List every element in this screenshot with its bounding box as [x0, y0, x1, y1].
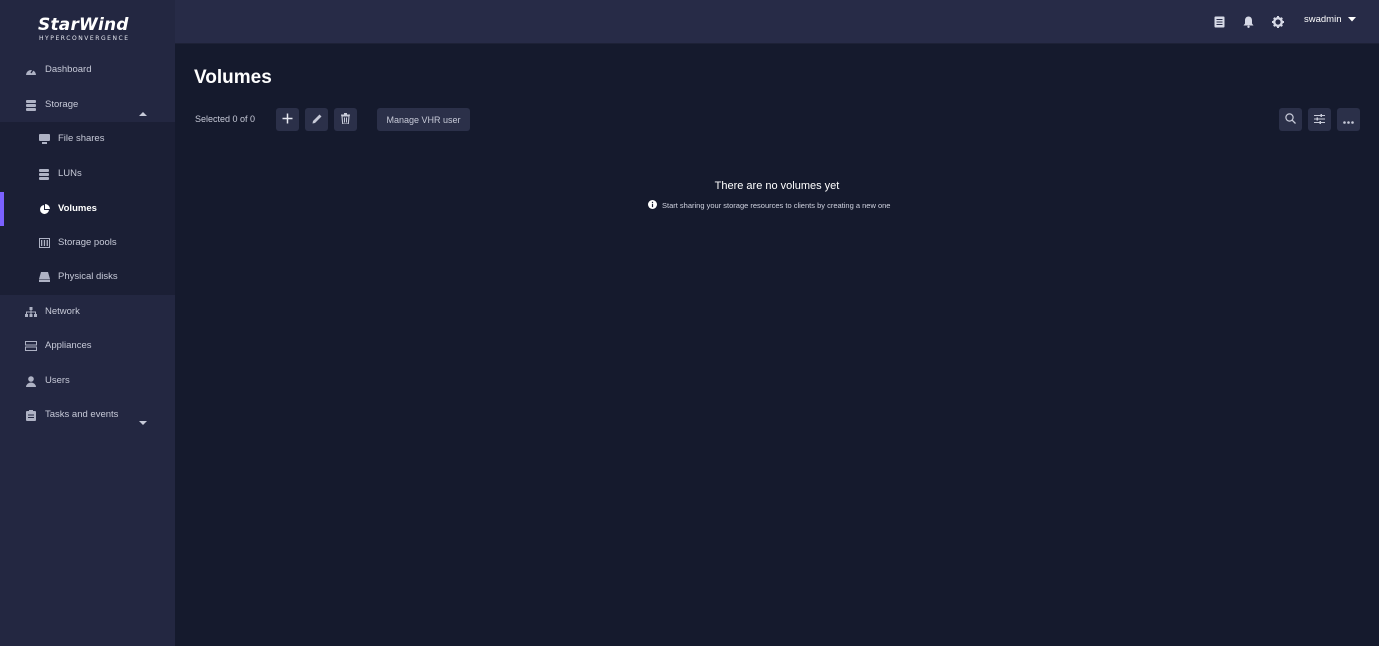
- storage-icon: [25, 99, 37, 111]
- sidebar-item-label: Storage pools: [58, 237, 117, 248]
- sidebar-item-appliances[interactable]: Appliances: [0, 329, 175, 363]
- logo-name: StarWind: [38, 15, 129, 35]
- sidebar-item-label: Appliances: [45, 340, 92, 351]
- selection-count: Selected 0 of 0: [195, 114, 256, 124]
- logo-tagline: HYPERCONVERGENCE: [39, 35, 130, 42]
- sidebar-item-network[interactable]: Network: [0, 295, 175, 329]
- sidebar-item-label: File shares: [58, 133, 105, 144]
- empty-state-hint-text: Start sharing your storage resources to …: [662, 201, 891, 210]
- sidebar-item-label: Users: [45, 375, 70, 386]
- user-menu[interactable]: swadmin: [1304, 14, 1356, 25]
- page-title: Volumes: [194, 67, 272, 88]
- sidebar-item-users[interactable]: Users: [0, 364, 175, 398]
- username: swadmin: [1304, 14, 1342, 25]
- empty-state-hint: Start sharing your storage resources to …: [648, 200, 890, 211]
- luns-icon: [38, 168, 50, 180]
- users-icon: [25, 375, 37, 387]
- appliances-icon: [25, 340, 37, 352]
- physical-disks-icon: [38, 271, 50, 283]
- sidebar-item-storage-pools[interactable]: Storage pools: [0, 226, 175, 260]
- sidebar-item-label: Network: [45, 306, 80, 317]
- sidebar-item-physical-disks[interactable]: Physical disks: [0, 260, 175, 294]
- sidebar-item-file-shares[interactable]: File shares: [0, 122, 175, 156]
- add-button[interactable]: [276, 108, 299, 131]
- tasks-icon: [25, 409, 37, 421]
- volumes-icon: [38, 203, 50, 215]
- network-icon: [25, 306, 37, 318]
- more-icon: [1343, 111, 1354, 129]
- chevron-down-icon: [1347, 14, 1356, 25]
- chevron-up-icon: [139, 103, 147, 121]
- sidebar-item-volumes[interactable]: Volumes: [0, 192, 175, 226]
- dashboard-icon: [25, 64, 37, 76]
- bell-icon[interactable]: [1243, 15, 1256, 28]
- edit-icon: [312, 111, 322, 129]
- sidebar: StarWind HYPERCONVERGENCE Dashboard Stor…: [0, 0, 175, 646]
- add-icon: [282, 111, 293, 129]
- search-button[interactable]: [1279, 108, 1302, 131]
- sidebar-item-dashboard[interactable]: Dashboard: [0, 53, 175, 87]
- info-icon: [648, 200, 657, 211]
- manage-vhr-user-button[interactable]: Manage VHR user: [377, 108, 470, 131]
- top-bar: swadmin: [175, 0, 1379, 44]
- empty-state-title: There are no volumes yet: [714, 180, 840, 192]
- delete-button[interactable]: [334, 108, 357, 131]
- edit-button[interactable]: [305, 108, 328, 131]
- sidebar-item-label: Storage: [45, 99, 79, 110]
- more-button[interactable]: [1337, 108, 1360, 131]
- storage-pools-icon: [38, 237, 50, 249]
- filter-icon: [1314, 111, 1325, 129]
- sidebar-item-tasks-and-events[interactable]: Tasks and events: [0, 398, 175, 432]
- log-icon[interactable]: [1214, 15, 1227, 28]
- sidebar-item-label: Volumes: [58, 203, 97, 214]
- chevron-down-icon: [139, 413, 147, 431]
- delete-icon: [341, 111, 350, 129]
- file-shares-icon: [38, 133, 50, 145]
- gear-icon[interactable]: [1272, 15, 1285, 28]
- sidebar-item-label: Dashboard: [45, 64, 92, 75]
- logo[interactable]: StarWind HYPERCONVERGENCE: [38, 15, 138, 42]
- filter-button[interactable]: [1308, 108, 1331, 131]
- sidebar-item-label: Physical disks: [58, 271, 118, 282]
- sidebar-item-label: Tasks and events: [45, 409, 119, 420]
- search-icon: [1285, 111, 1296, 129]
- sidebar-item-storage[interactable]: Storage: [0, 88, 175, 122]
